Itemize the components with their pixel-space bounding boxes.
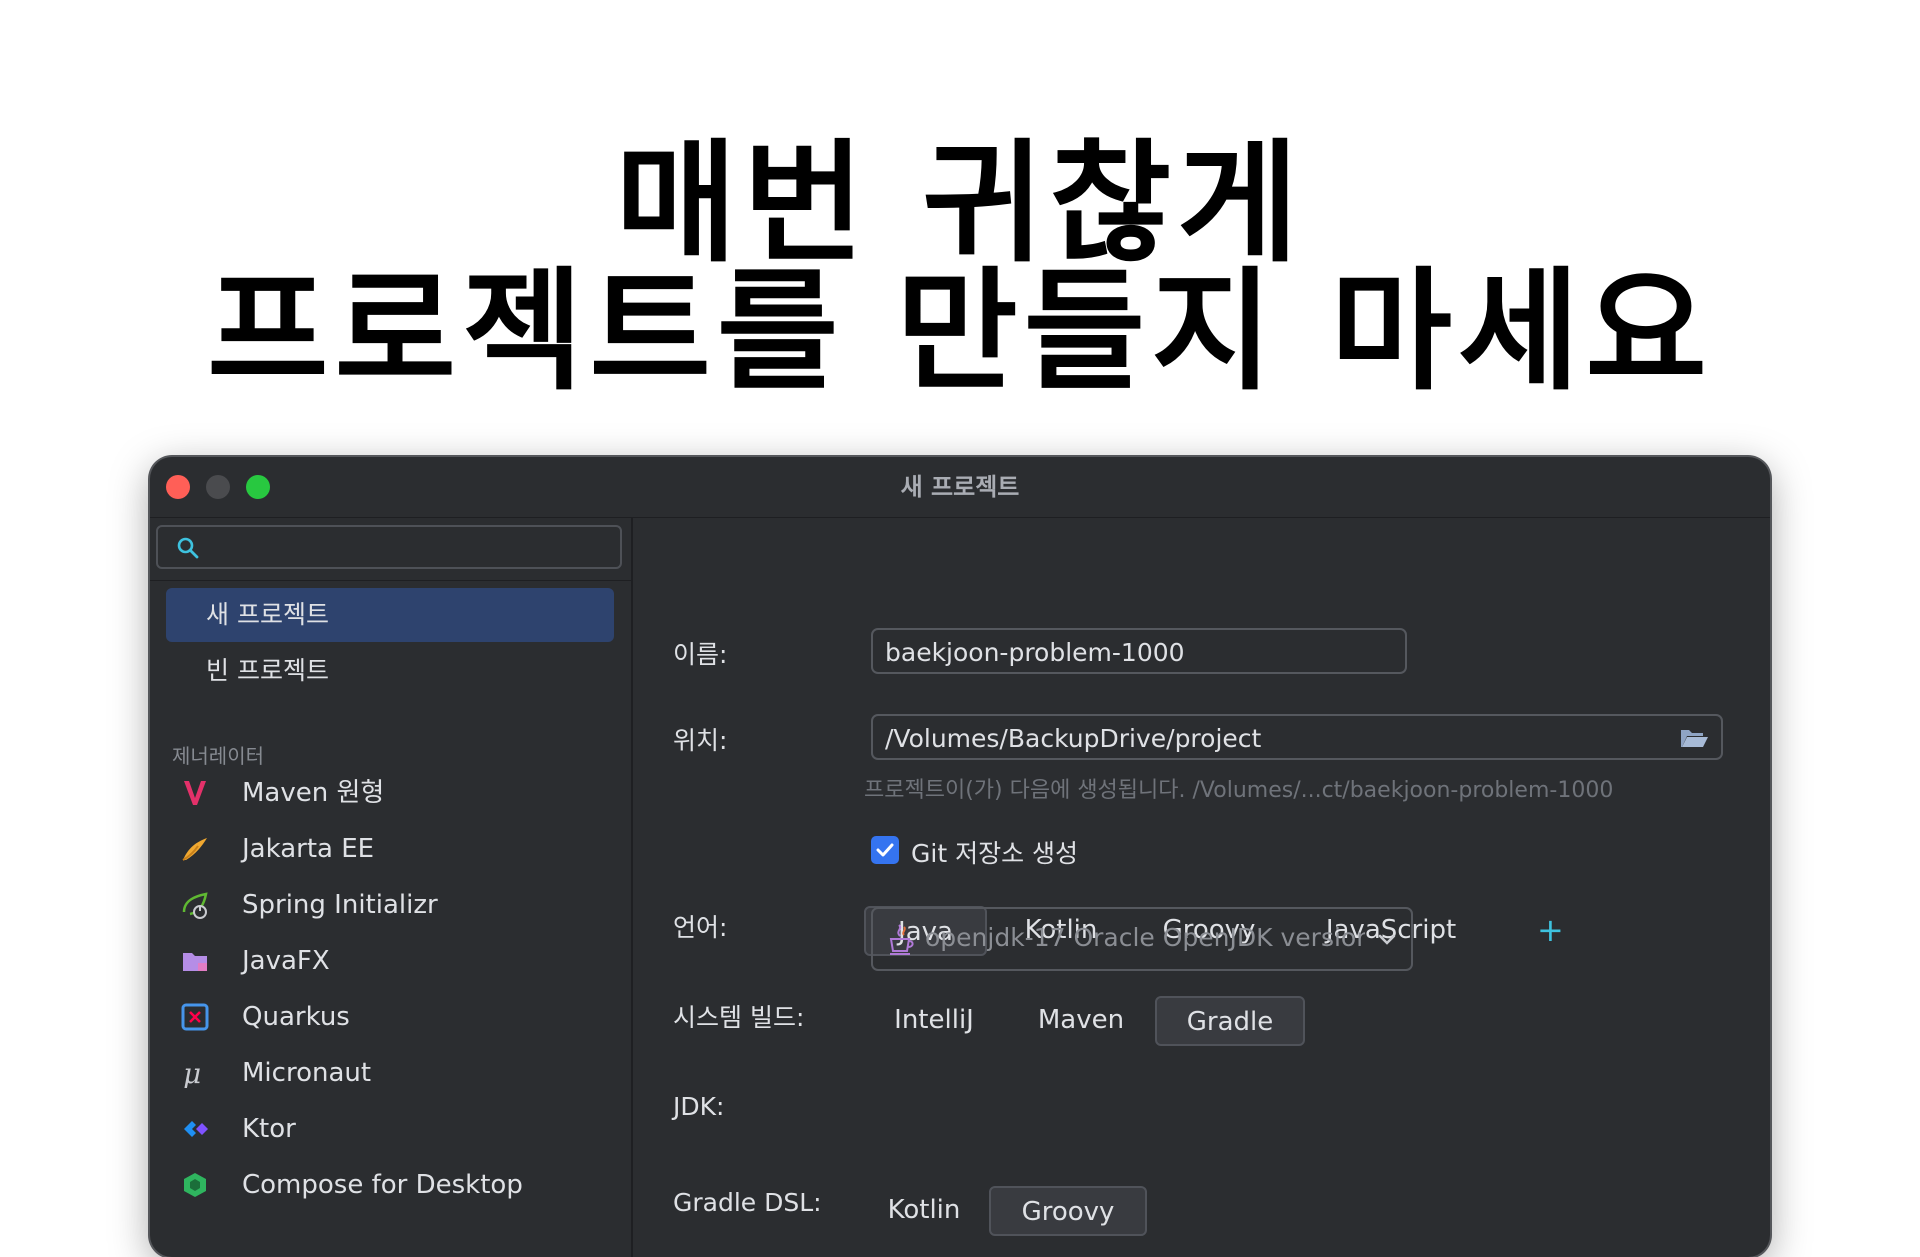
- project-settings-panel: 이름: 위치: 프로젝트이(가) 다음에 생성됩니다. /Volumes/...…: [633, 518, 1770, 1257]
- sidebar-search[interactable]: [156, 525, 622, 569]
- location-hint: 프로젝트이(가) 다음에 생성됩니다. /Volumes/...ct/baekj…: [864, 778, 1614, 803]
- sidebar-divider: [150, 580, 631, 581]
- sidebar-item-new-project[interactable]: 새 프로젝트: [166, 588, 614, 642]
- generator-label: Micronaut: [242, 1058, 372, 1088]
- generator-javafx[interactable]: JavaFX: [170, 936, 610, 986]
- generator-micronaut[interactable]: μ Micronaut: [170, 1048, 610, 1098]
- build-option-maven[interactable]: Maven: [1011, 996, 1151, 1046]
- headline: 매번 귀찮게 프로젝트를 만들지 마세요: [0, 127, 1920, 409]
- title-bar: 새 프로젝트: [150, 457, 1770, 518]
- checkmark-icon: [876, 843, 894, 857]
- generator-label: Spring Initializr: [242, 890, 438, 920]
- generator-compose-desktop[interactable]: Compose for Desktop: [170, 1160, 610, 1210]
- chevron-down-icon: [1378, 934, 1396, 945]
- maven-icon: [184, 781, 206, 805]
- sidebar-item-empty-project[interactable]: 빈 프로젝트: [166, 644, 614, 698]
- name-input[interactable]: [883, 634, 1359, 670]
- headline-line-1: 매번 귀찮게: [615, 127, 1305, 281]
- jdk-dropdown[interactable]: openjdk-17 Oracle OpenJDK version 17: [871, 907, 1413, 971]
- generator-label: Quarkus: [242, 1002, 350, 1032]
- spring-icon: [182, 892, 208, 919]
- generator-label: Maven 원형: [242, 778, 385, 808]
- gradle-dsl-label: Gradle DSL:: [673, 1188, 822, 1217]
- javafx-folder-icon: [183, 953, 207, 971]
- build-option-intellij[interactable]: IntelliJ: [864, 996, 1004, 1046]
- generator-label: Jakarta EE: [242, 834, 375, 864]
- window-title: 새 프로젝트: [900, 473, 1020, 501]
- build-option-gradle[interactable]: Gradle: [1155, 996, 1305, 1046]
- headline-line-2: 프로젝트를 만들지 마세요: [207, 255, 1713, 409]
- generator-label: Compose for Desktop: [242, 1170, 523, 1200]
- sidebar: 새 프로젝트 빈 프로젝트 제너레이터 Maven 원형 Jakarta EE …: [150, 518, 633, 1257]
- micronaut-icon: μ: [183, 1058, 201, 1088]
- language-label: 언어:: [673, 913, 728, 942]
- search-icon: [177, 537, 199, 559]
- name-label: 이름:: [673, 640, 728, 669]
- jdk-value: openjdk-17 Oracle OpenJDK version 17: [925, 923, 1365, 952]
- new-project-window: 새 프로젝트 새 프로젝트 빈 프로젝트 제너레이터 Maven 원형 Jaka…: [150, 457, 1770, 1257]
- git-repo-label: Git 저장소 생성: [911, 839, 1079, 868]
- generator-quarkus[interactable]: Quarkus: [170, 992, 610, 1042]
- compose-icon: [184, 1173, 206, 1197]
- location-field[interactable]: [871, 714, 1723, 760]
- search-input[interactable]: [212, 531, 616, 565]
- java-cup-icon: [889, 924, 914, 955]
- generator-spring-initializr[interactable]: Spring Initializr: [170, 880, 610, 930]
- generators-header: 제너레이터: [172, 744, 264, 768]
- jakarta-ee-icon: [182, 838, 207, 861]
- generator-maven-archetype[interactable]: Maven 원형: [170, 768, 610, 818]
- generator-label: JavaFX: [242, 946, 330, 976]
- add-language-button[interactable]: +: [1537, 906, 1564, 954]
- name-field[interactable]: [871, 628, 1407, 674]
- svg-text:μ: μ: [183, 1058, 201, 1088]
- location-label: 위치:: [673, 726, 728, 755]
- build-system-label: 시스템 빌드:: [673, 1003, 805, 1032]
- dsl-option-groovy[interactable]: Groovy: [989, 1186, 1147, 1236]
- dsl-option-kotlin[interactable]: Kotlin: [864, 1186, 984, 1236]
- git-repo-checkbox[interactable]: [871, 836, 899, 864]
- quarkus-icon: [181, 1003, 209, 1031]
- generator-label: Ktor: [242, 1114, 296, 1144]
- jdk-label: JDK:: [673, 1092, 725, 1121]
- generator-ktor[interactable]: Ktor: [170, 1104, 610, 1154]
- ktor-icon: [184, 1121, 208, 1137]
- location-input[interactable]: [883, 720, 1675, 756]
- folder-open-icon[interactable]: [1679, 726, 1709, 750]
- generator-jakarta-ee[interactable]: Jakarta EE: [170, 824, 610, 874]
